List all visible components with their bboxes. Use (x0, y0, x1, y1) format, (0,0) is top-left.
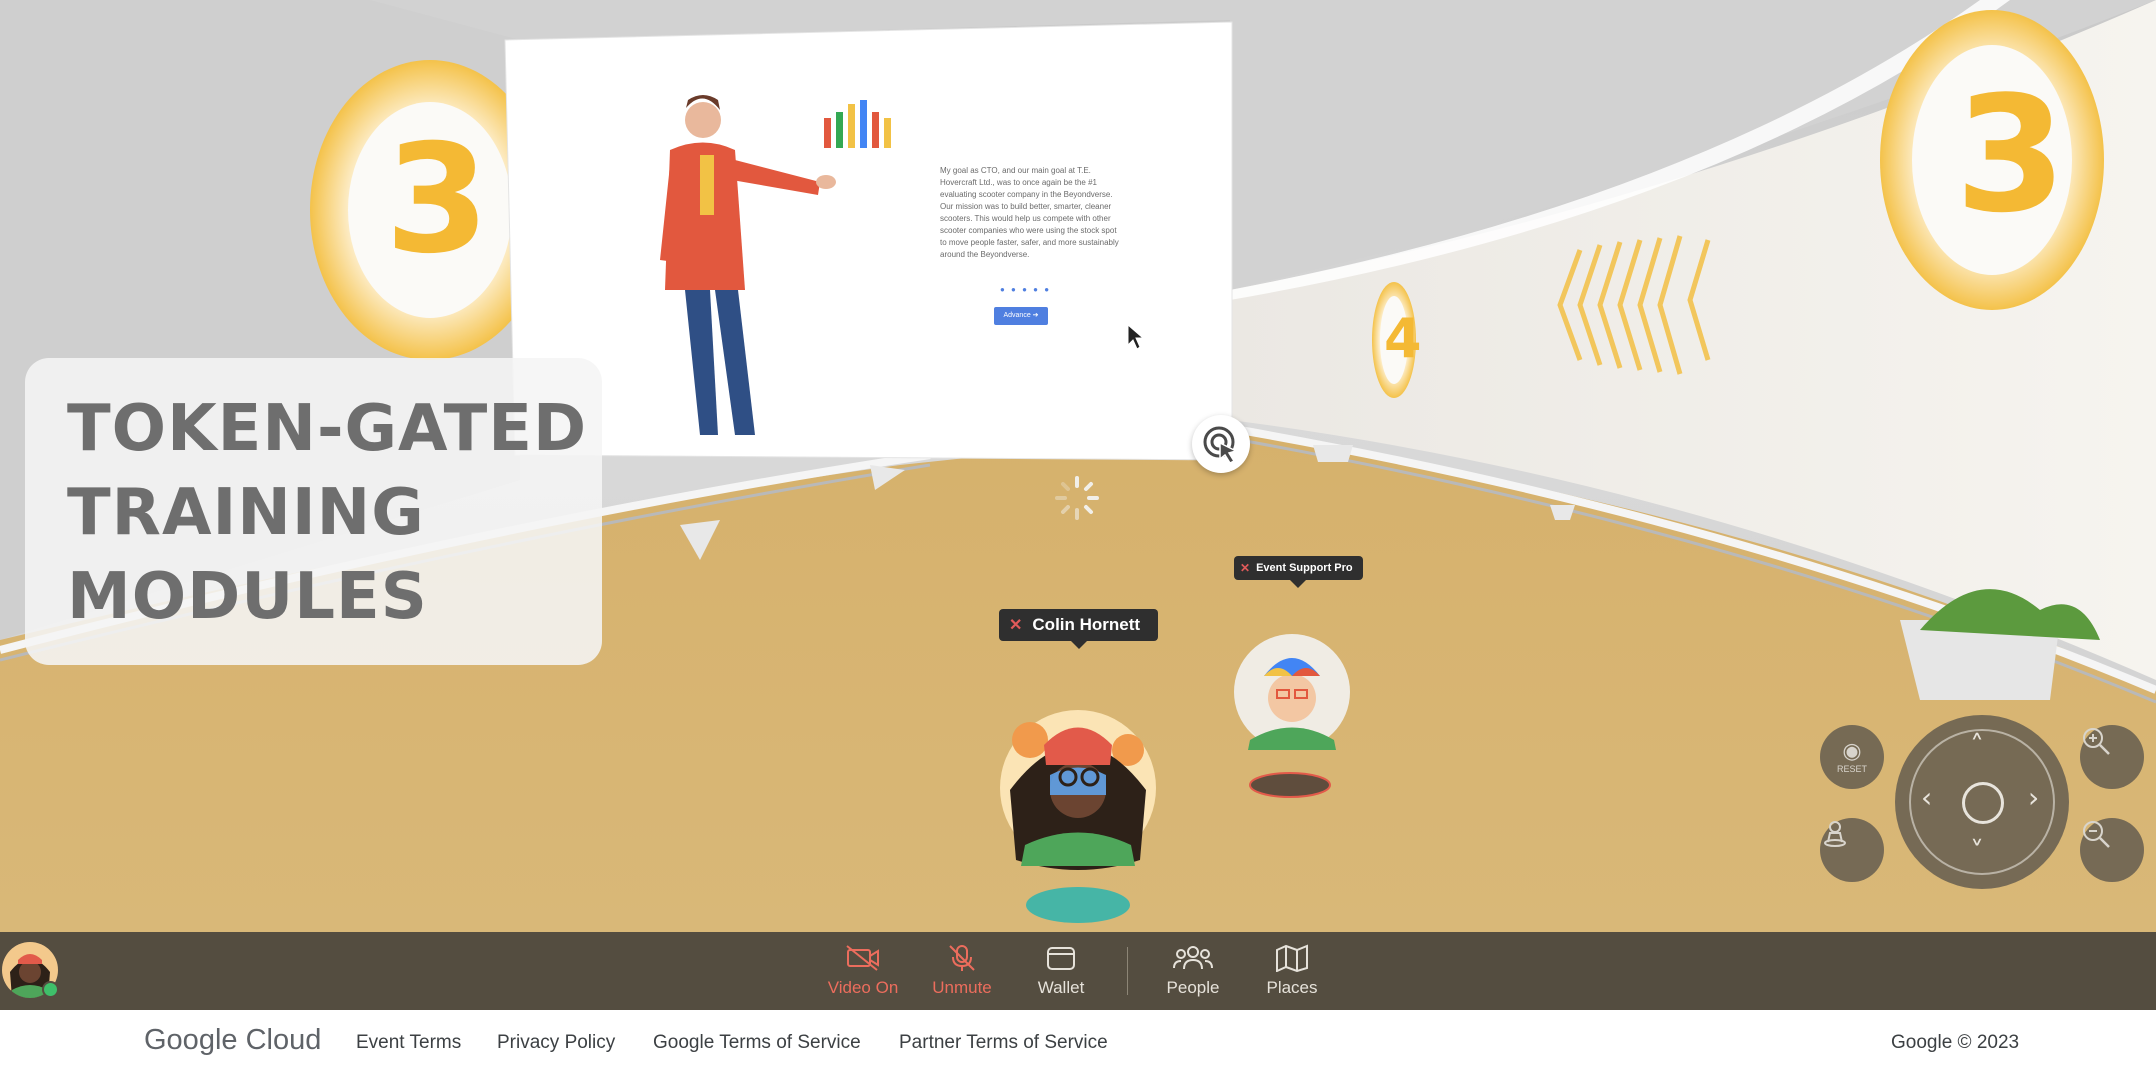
zoom-in-button[interactable] (2080, 725, 2144, 789)
avatar-colin-hornett (1000, 710, 1156, 870)
name-tag-label: Colin Hornett (1032, 615, 1141, 634)
footer-link-google-terms[interactable]: Google Terms of Service (653, 1032, 861, 1054)
slide-body-text: My goal as CTO, and our main goal at T.E… (940, 166, 1119, 259)
mic-muted-icon: ✕ (1240, 561, 1251, 575)
video-toggle-button[interactable]: Video On (818, 932, 908, 1010)
ring-number-left: 3 (385, 113, 490, 287)
mute-toggle-label: Unmute (932, 978, 992, 997)
copyright-text: Google © 2023 (1891, 1032, 2020, 1053)
video-off-icon (846, 945, 879, 971)
chevron-right-icon[interactable]: › (2028, 781, 2039, 814)
wallet-icon (1047, 947, 1075, 970)
people-button[interactable]: People (1148, 932, 1238, 1010)
name-tag-colin: ✕ Colin Hornett (999, 609, 1159, 649)
slide-advance-button[interactable]: Advance ➔ (994, 307, 1048, 325)
mic-muted-icon: ✕ (1009, 617, 1023, 634)
toolbar-divider (1127, 947, 1128, 995)
bottom-toolbar: Video On Unmute Wallet People Places (0, 932, 2156, 1010)
name-tag-event-support: ✕ Event Support Pro (1234, 556, 1363, 588)
chevron-down-icon[interactable]: ˅ (1970, 835, 1984, 868)
footer-link-partner-terms[interactable]: Partner Terms of Service (899, 1032, 1108, 1054)
title-line-2: TRAINING (67, 476, 425, 550)
zoom-out-button[interactable] (2080, 818, 2144, 882)
people-icon (1173, 946, 1213, 970)
click-pointer-icon[interactable] (1192, 415, 1250, 473)
zoom-out-icon (2083, 821, 2110, 848)
movement-dpad[interactable]: ˄ ˅ ‹ › (1895, 715, 2069, 889)
google-cloud-logo[interactable]: Google Cloud (144, 1024, 321, 1057)
slide-pagination-dots[interactable]: ● ● ● ● ● (1000, 285, 1051, 294)
mic-off-icon (949, 945, 975, 971)
people-label: People (1166, 978, 1220, 997)
places-label: Places (1266, 978, 1318, 997)
wallet-label: Wallet (1037, 978, 1085, 997)
page-footer: Google Cloud Event Terms Privacy Policy … (0, 1010, 2156, 1074)
chevron-left-icon[interactable]: ‹ (1921, 781, 1932, 814)
places-button[interactable]: Places (1248, 932, 1336, 1010)
dpad-center[interactable] (1962, 782, 2004, 824)
zoom-in-icon (2083, 728, 2110, 755)
chevron-up-icon[interactable]: ˄ (1970, 729, 1984, 762)
reset-label: RESET (1836, 764, 1867, 774)
ring-number-small: 4 (1384, 307, 1422, 370)
video-toggle-label: Video On (827, 978, 899, 997)
footer-link-event-terms[interactable]: Event Terms (356, 1032, 461, 1054)
eye-icon: ◉ (1842, 738, 1862, 763)
wallet-button[interactable]: Wallet (1018, 932, 1104, 1010)
map-icon (1276, 944, 1308, 972)
avatar-event-support (1234, 634, 1350, 750)
title-card: TOKEN-GATED TRAINING MODULES (25, 358, 602, 665)
title-line-3: MODULES (67, 560, 428, 634)
ring-number-right: 3 (1955, 61, 2067, 248)
person-icon (1824, 821, 1846, 847)
reset-view-button[interactable]: ◉ RESET (1820, 725, 1884, 789)
mute-toggle-button[interactable]: Unmute (918, 932, 1006, 1010)
footer-link-privacy-policy[interactable]: Privacy Policy (497, 1032, 615, 1054)
title-line-1: TOKEN-GATED (67, 392, 588, 466)
online-status-icon (42, 981, 59, 998)
virtual-space-viewport[interactable]: 3 3 4 My goal as CTO, and our main goal … (0, 0, 2156, 932)
name-tag-label: Event Support Pro (1256, 562, 1353, 574)
avatar-view-button[interactable] (1820, 818, 1884, 882)
